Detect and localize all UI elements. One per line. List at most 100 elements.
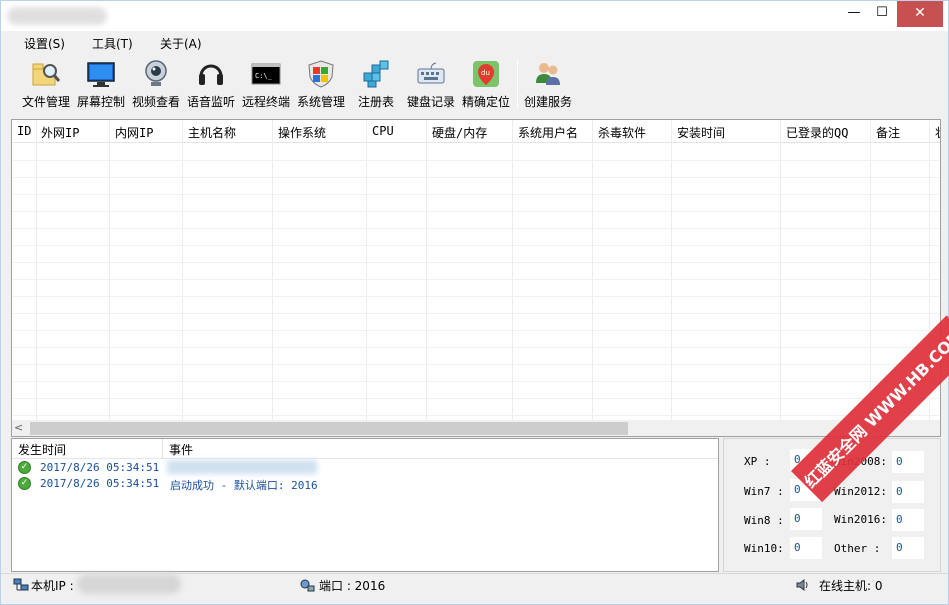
row-divider (12, 330, 940, 331)
row-divider (12, 211, 940, 212)
log-col-divider (162, 439, 163, 459)
toolbar: 文件管理 屏幕控制 视频查看 语音监听 C:\_ 远程终端 系统管理 注册表 键… (11, 55, 941, 117)
stat-win2016-value: 0 (892, 509, 924, 531)
col-divider (36, 120, 37, 420)
create-service-button[interactable]: 创建服务 (519, 57, 577, 113)
port-plug-icon (300, 579, 315, 592)
close-button[interactable]: ✕ (897, 1, 943, 27)
system-manage-button[interactable]: 系统管理 (292, 57, 350, 113)
maximize-button[interactable]: ☐ (867, 1, 897, 27)
keylogger-button[interactable]: 键盘记录 (402, 57, 460, 113)
users-icon (536, 63, 560, 85)
stat-win8-label: Win8 : (744, 514, 784, 527)
col-disk-memory[interactable]: 硬盘/内存 (432, 124, 487, 141)
col-divider (870, 120, 871, 420)
col-install-time[interactable]: 安装时间 (677, 124, 725, 141)
row-divider (12, 381, 940, 382)
col-divider (592, 120, 593, 420)
terminal-icon: C:\_ (251, 63, 281, 85)
col-public-ip[interactable]: 外网IP (41, 124, 79, 141)
locate-button[interactable]: du 精确定位 (457, 57, 515, 113)
row-divider (12, 296, 940, 297)
col-divider (272, 120, 273, 420)
webcam-icon (145, 60, 167, 86)
screen-control-button[interactable]: 屏幕控制 (72, 57, 130, 113)
stat-win2008-value: 0 (892, 451, 924, 473)
terminal-icon-text: C:\_ (255, 72, 273, 80)
col-lan-ip[interactable]: 内网IP (115, 124, 153, 141)
stat-win10-label: Win10: (744, 542, 784, 555)
col-divider (780, 120, 781, 420)
title-redaction (7, 7, 107, 25)
success-check-icon: ✓ (18, 461, 31, 474)
log-event: 启动成功 - 默认端口: 2016 (170, 479, 318, 492)
stat-other-label: Other : (834, 542, 881, 555)
col-cpu[interactable]: CPU (372, 124, 394, 138)
col-qq[interactable]: 已登录的QQ (786, 124, 848, 141)
create-service-label: 创建服务 (523, 95, 572, 109)
log-time: 2017/8/26 05:34:51 (40, 477, 160, 490)
stat-win7-label: Win7 : (744, 485, 784, 498)
horizontal-scrollbar[interactable]: < (12, 420, 940, 436)
row-divider (12, 177, 940, 178)
map-pin-icon: du (473, 61, 499, 87)
menu-bar: 设置(S) 工具(T) 关于(A) (11, 31, 941, 53)
online-hosts-label: 在线主机: 0 (819, 579, 883, 593)
log-col-event[interactable]: 事件 (169, 441, 193, 458)
col-divider (512, 120, 513, 420)
col-id[interactable]: ID (17, 124, 31, 138)
row-divider (12, 364, 940, 365)
row-divider (12, 313, 940, 314)
windows-shield-icon (308, 60, 334, 88)
file-manager-button[interactable]: 文件管理 (17, 57, 75, 113)
col-remark[interactable]: 备注 (876, 124, 900, 141)
log-row[interactable]: ✓ 2017/8/26 05:34:51 启动成功 - 默认端口: 2016 (12, 476, 718, 492)
monitor-icon (87, 62, 115, 87)
row-divider (12, 398, 940, 399)
row-divider (12, 160, 940, 161)
host-table[interactable]: ID 外网IP 内网IP 主机名称 操作系统 CPU 硬盘/内存 系统用户名 杀… (11, 119, 941, 437)
event-log[interactable]: 发生时间 事件 ✓ 2017/8/26 05:34:51 ✓ 2017/8/26… (11, 438, 719, 572)
locate-label: 精确定位 (461, 95, 510, 109)
local-ip-label: 本机IP : (31, 579, 74, 593)
folder-magnifier-icon (32, 63, 61, 86)
headphones-icon (199, 64, 223, 85)
col-antivirus[interactable]: 杀毒软件 (598, 124, 646, 141)
row-divider (12, 228, 940, 229)
menu-about[interactable]: 关于(A) (160, 35, 202, 52)
menu-settings[interactable]: 设置(S) (24, 35, 65, 52)
keyboard-icon (417, 62, 445, 84)
col-divider (182, 120, 183, 420)
col-hostname[interactable]: 主机名称 (188, 124, 236, 141)
local-ip-redaction (77, 574, 181, 594)
minimize-button[interactable]: — (839, 1, 869, 27)
voice-monitor-button[interactable]: 语音监听 (182, 57, 240, 113)
col-divider (426, 120, 427, 420)
col-username[interactable]: 系统用户名 (518, 124, 578, 141)
registry-button[interactable]: 注册表 (347, 57, 405, 113)
stat-win8-value: 0 (790, 508, 822, 530)
success-check-icon: ✓ (18, 477, 31, 490)
menu-tools[interactable]: 工具(T) (92, 35, 133, 52)
row-divider (12, 347, 940, 348)
scroll-thumb[interactable] (30, 422, 628, 435)
stat-win2016-label: Win2016: (834, 513, 887, 526)
row-divider (12, 245, 940, 246)
scroll-left-arrow-icon[interactable]: < (14, 421, 23, 434)
speaker-icon (796, 579, 808, 591)
log-row[interactable]: ✓ 2017/8/26 05:34:51 (12, 460, 718, 476)
stat-win10-value: 0 (790, 537, 822, 559)
title-bar[interactable]: — ☐ ✕ (1, 1, 948, 31)
video-view-button[interactable]: 视频查看 (127, 57, 185, 113)
log-col-time[interactable]: 发生时间 (18, 441, 66, 458)
row-divider (12, 415, 940, 416)
port-label: 端口 : 2016 (319, 579, 386, 593)
col-status[interactable]: 状 (935, 124, 940, 141)
row-divider (12, 262, 940, 263)
remote-terminal-button[interactable]: C:\_ 远程终端 (237, 57, 295, 113)
map-pin-icon-text: du (481, 69, 490, 77)
row-divider (12, 194, 940, 195)
col-divider (671, 120, 672, 420)
stat-win2012-value: 0 (892, 481, 924, 503)
col-os[interactable]: 操作系统 (278, 124, 326, 141)
